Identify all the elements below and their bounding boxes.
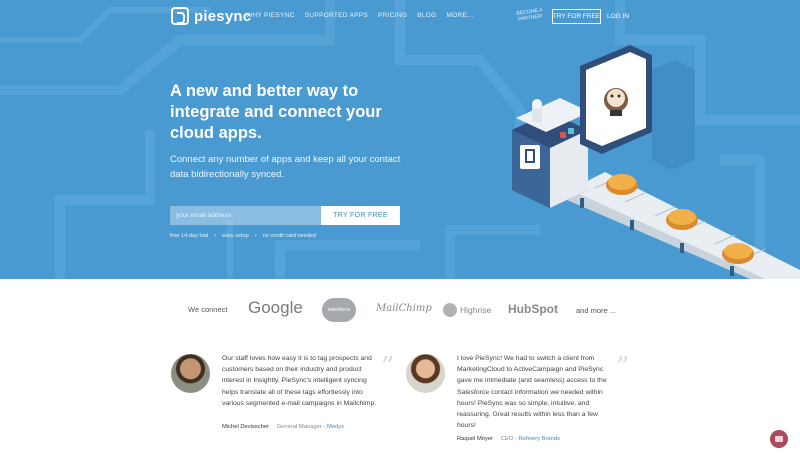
nav-try-free-button[interactable]: TRY FOR FREE	[552, 9, 601, 24]
brand-logo[interactable]: piesync	[171, 7, 251, 25]
nav-link-blog[interactable]: BLOG	[417, 12, 436, 19]
author-company-link[interactable]: Refinery Brands	[518, 436, 560, 442]
note-setup: easy setup	[222, 233, 249, 239]
top-nav: piesync WHY PIESYNC SUPPORTED APPS PRICI…	[0, 0, 800, 34]
and-more-link[interactable]: and more ...	[576, 306, 616, 315]
note-trial: free 14-day trial	[170, 233, 209, 239]
hero-section: piesync WHY PIESYNC SUPPORTED APPS PRICI…	[0, 0, 800, 279]
separator-dot: •	[214, 233, 217, 239]
quote-icon: ”	[616, 352, 630, 382]
nav-link-why-piesync[interactable]: WHY PIESYNC	[246, 12, 295, 19]
author-role: CEO -	[500, 436, 519, 442]
avatar	[171, 354, 210, 393]
email-field[interactable]	[170, 206, 321, 225]
author-name: Raquel Moyer	[457, 436, 494, 442]
highrise-label: Highrise	[460, 305, 492, 315]
highrise-logo: Highrise	[443, 303, 491, 317]
quote-icon: ”	[381, 352, 395, 382]
login-link[interactable]: LOG IN	[607, 13, 629, 20]
salesforce-logo: salesforce	[322, 298, 356, 322]
mailchimp-logo: MailChimp	[376, 303, 432, 314]
nav-link-supported-apps[interactable]: SUPPORTED APPS	[305, 12, 368, 19]
author-role: General Manager -	[276, 424, 327, 430]
hero-headline: A new and better way to integrate and co…	[170, 82, 382, 142]
testimonial-text: Our staff loves how easy it is to tag pr…	[222, 355, 377, 407]
nav-links: WHY PIESYNC SUPPORTED APPS PRICING BLOG …	[246, 12, 474, 19]
hero-try-free-button[interactable]: TRY FOR FREE	[321, 206, 400, 225]
note-no-card: no credit card needed	[262, 233, 316, 239]
hero-notes: free 14-day trial • easy setup • no cred…	[170, 233, 316, 239]
testimonial-text: I love PieSync! We had to switch a clien…	[457, 355, 607, 430]
nav-link-pricing[interactable]: PRICING	[378, 12, 407, 19]
author-name: Michel Devisscher	[222, 424, 270, 430]
hero-subline: Connect any number of apps and keep all …	[170, 154, 401, 180]
highrise-icon	[443, 303, 457, 317]
avatar	[406, 354, 445, 393]
nav-link-more[interactable]: MORE...	[446, 12, 473, 19]
chat-widget-icon[interactable]	[770, 430, 788, 448]
brand-name: piesync	[194, 7, 252, 25]
google-logo: Google	[248, 298, 303, 317]
separator-dot: •	[254, 233, 257, 239]
we-connect-label: We connect	[188, 305, 228, 314]
testimonial-author: Raquel Moyer CEO - Refinery Brands	[457, 436, 560, 442]
author-company-link[interactable]: Medys	[327, 424, 344, 430]
hubspot-logo: HubSpot	[508, 302, 558, 316]
piesync-logo-icon	[171, 7, 189, 25]
become-partner-link[interactable]: BECOME A PARTNER!	[515, 7, 544, 23]
testimonial-author: Michel Devisscher General Manager - Medy…	[222, 424, 344, 430]
pie-factory-illustration	[512, 45, 800, 279]
